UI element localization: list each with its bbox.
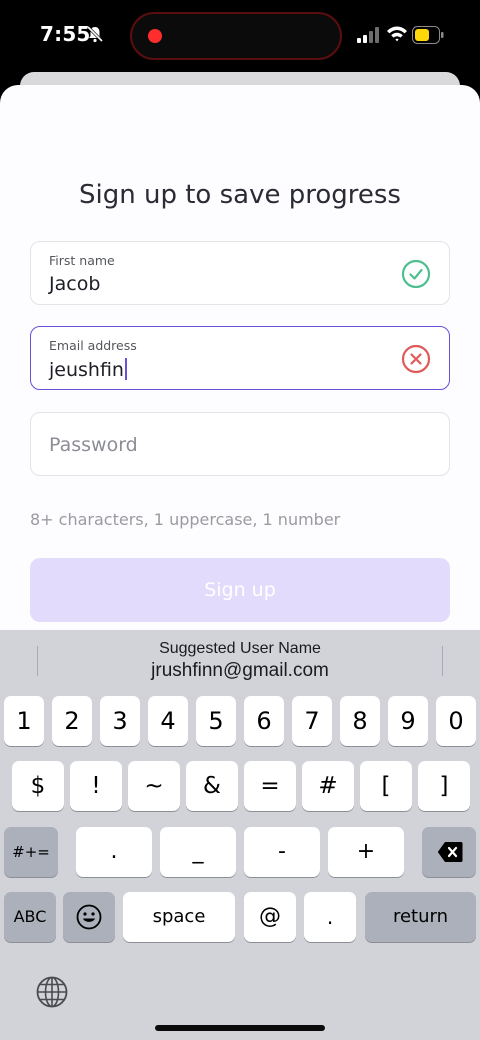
wifi-icon	[387, 26, 407, 42]
key-6[interactable]: 6	[244, 696, 284, 746]
first-name-value: Jacob	[49, 273, 101, 295]
key-ampersand[interactable]: &	[186, 761, 238, 811]
dot-key[interactable]: .	[304, 892, 356, 942]
first-name-label: First name	[49, 253, 115, 268]
key-dollar[interactable]: $	[12, 761, 64, 811]
password-placeholder: Password	[49, 434, 138, 456]
space-key[interactable]: space	[123, 892, 235, 942]
key-right-bracket[interactable]: ]	[418, 761, 470, 811]
page-title: Sign up to save progress	[79, 180, 401, 210]
email-field[interactable]: Email address jeushfin	[30, 326, 450, 390]
key-1[interactable]: 1	[4, 696, 44, 746]
signup-sheet: Sign up to save progress First name Jaco…	[0, 85, 480, 645]
backspace-icon	[437, 842, 463, 862]
battery-icon	[412, 26, 444, 44]
first-name-field[interactable]: First name Jacob	[30, 241, 450, 305]
password-field[interactable]: Password	[30, 412, 450, 476]
key-5[interactable]: 5	[196, 696, 236, 746]
suggestion-divider	[442, 646, 443, 676]
return-key[interactable]: return	[365, 892, 476, 942]
globe-icon[interactable]	[36, 976, 68, 1008]
key-0[interactable]: 0	[436, 696, 476, 746]
password-hint: 8+ characters, 1 uppercase, 1 number	[30, 510, 341, 529]
bell-slash-icon	[86, 25, 104, 43]
text-cursor	[124, 358, 127, 380]
key-plus[interactable]: +	[328, 827, 404, 877]
emoji-icon	[76, 904, 102, 930]
symbols-toggle-key[interactable]: #+=	[4, 827, 58, 877]
key-2[interactable]: 2	[52, 696, 92, 746]
checkmark-circle-icon	[401, 259, 431, 289]
at-key[interactable]: @	[244, 892, 296, 942]
email-label: Email address	[49, 338, 137, 353]
emoji-key[interactable]	[63, 892, 115, 942]
key-tilde[interactable]: ~	[128, 761, 180, 811]
suggestion-title: Suggested User Name	[159, 640, 321, 657]
home-indicator[interactable]	[155, 1025, 325, 1031]
keyboard: Suggested User Name jrushfinn@gmail.com …	[0, 630, 480, 1040]
key-period[interactable]: .	[76, 827, 152, 877]
key-hash[interactable]: #	[302, 761, 354, 811]
suggestion-value: jrushfinn@gmail.com	[151, 660, 329, 681]
cellular-signal-icon	[357, 27, 379, 43]
key-4[interactable]: 4	[148, 696, 188, 746]
key-hyphen[interactable]: -	[244, 827, 320, 877]
key-left-bracket[interactable]: [	[360, 761, 412, 811]
key-equals[interactable]: =	[244, 761, 296, 811]
recording-indicator-icon	[148, 29, 162, 43]
key-underscore[interactable]: _	[160, 827, 236, 877]
email-value: jeushfin	[49, 359, 124, 381]
key-3[interactable]: 3	[100, 696, 140, 746]
abc-key[interactable]: ABC	[4, 892, 56, 942]
backspace-key[interactable]	[422, 827, 476, 877]
key-9[interactable]: 9	[388, 696, 428, 746]
status-bar: 7:55	[0, 0, 480, 72]
sign-up-button[interactable]: Sign up	[30, 558, 450, 622]
error-circle-icon	[401, 344, 431, 374]
key-8[interactable]: 8	[340, 696, 380, 746]
dynamic-island[interactable]	[130, 12, 342, 60]
status-time: 7:55	[40, 22, 91, 46]
email-input[interactable]: jeushfin	[49, 358, 127, 381]
key-exclamation[interactable]: !	[70, 761, 122, 811]
key-7[interactable]: 7	[292, 696, 332, 746]
username-suggestion[interactable]: Suggested User Name jrushfinn@gmail.com	[38, 630, 442, 682]
